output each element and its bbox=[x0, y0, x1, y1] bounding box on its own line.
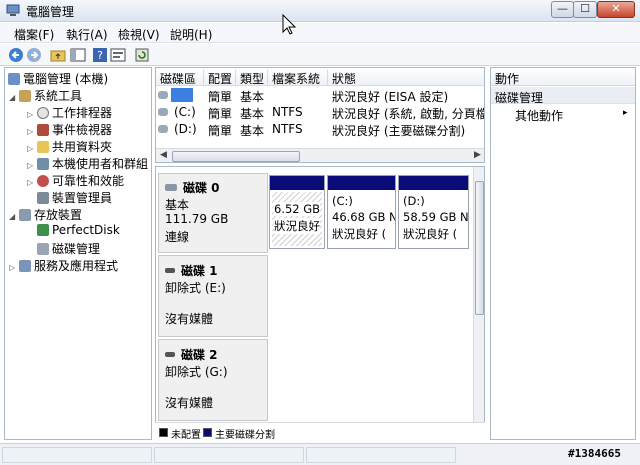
more-actions-item[interactable]: 其他動作 bbox=[515, 107, 563, 124]
legend-swatch-primary bbox=[203, 428, 212, 437]
expand-icon[interactable]: ▷ bbox=[27, 161, 37, 170]
tree-disk-management[interactable]: 磁碟管理 bbox=[37, 240, 100, 256]
computer-icon bbox=[8, 73, 20, 85]
tree-root[interactable]: 電腦管理 (本機) bbox=[8, 70, 108, 86]
volume-list-header: 磁碟區 配置 類型 檔案系統 狀態 bbox=[156, 68, 484, 86]
performance-icon bbox=[37, 175, 49, 187]
status-bar bbox=[0, 443, 640, 465]
perfectdisk-icon bbox=[37, 224, 49, 236]
storage-icon bbox=[19, 209, 31, 221]
volume-icon bbox=[158, 91, 168, 99]
column-layout[interactable]: 配置 bbox=[204, 70, 236, 86]
removable-disk-icon bbox=[165, 268, 175, 273]
computer-management-icon bbox=[6, 4, 20, 16]
properties-icon[interactable] bbox=[110, 47, 126, 63]
tree-shared-folders[interactable]: ▷ 共用資料夾 bbox=[27, 138, 112, 154]
tree-perfectdisk[interactable]: PerfectDisk bbox=[37, 223, 120, 239]
disk-1-label[interactable]: 磁碟 1 卸除式 (E:) 沒有媒體 bbox=[158, 255, 268, 337]
disk-0-label[interactable]: 磁碟 0 基本 111.79 GB 連線 bbox=[158, 173, 268, 253]
tree-task-scheduler[interactable]: ▷ 工作排程器 bbox=[27, 104, 112, 120]
menu-bar: 檔案(F) 執行(A) 檢視(V) 說明(H) bbox=[0, 23, 640, 43]
toolbar: ? bbox=[0, 44, 640, 66]
column-type[interactable]: 類型 bbox=[236, 70, 268, 86]
clock-icon bbox=[37, 107, 49, 119]
vertical-scrollbar[interactable] bbox=[473, 167, 484, 425]
scroll-right-icon[interactable]: ▶ bbox=[474, 150, 481, 160]
collapse-icon[interactable]: ◢ bbox=[9, 93, 19, 102]
svg-text:?: ? bbox=[97, 49, 103, 62]
title-bar: 電腦管理 — ☐ ✕ bbox=[0, 0, 640, 22]
column-status[interactable]: 狀態 bbox=[328, 70, 484, 86]
scroll-left-icon[interactable]: ◀ bbox=[160, 150, 167, 160]
volume-icon bbox=[158, 125, 168, 133]
mouse-cursor-icon bbox=[282, 14, 296, 35]
disk-map: 磁碟 0 基本 111.79 GB 連線 6.52 GB 狀況良好 (C:) 4… bbox=[155, 166, 485, 440]
actions-pane: 動作 磁碟管理 其他動作 ▸ bbox=[490, 67, 636, 440]
volume-selected-cell bbox=[171, 88, 193, 102]
up-folder-icon[interactable] bbox=[50, 47, 66, 63]
menu-help[interactable]: 說明(H) bbox=[170, 26, 212, 43]
disk-icon bbox=[165, 184, 177, 191]
refresh-icon[interactable] bbox=[134, 47, 150, 63]
expand-icon[interactable]: ▷ bbox=[27, 127, 37, 136]
legend-swatch-unallocated bbox=[159, 428, 168, 437]
legend: 未配置 主要磁碟分割 bbox=[155, 422, 485, 441]
window-title: 電腦管理 bbox=[26, 5, 75, 19]
tree-device-manager[interactable]: 裝置管理員 bbox=[37, 189, 112, 205]
volume-icon bbox=[158, 108, 168, 116]
tree-reliability[interactable]: ▷ 可靠性和效能 bbox=[27, 172, 124, 188]
forward-arrow-icon[interactable] bbox=[26, 47, 42, 63]
partition-unallocated[interactable]: 6.52 GB 狀況良好 bbox=[269, 175, 325, 249]
navigation-tree: 電腦管理 (本機) ◢ 系統工具 ▷ 工作排程器 ▷ 事件檢視器 ▷ 共用資料夾 ▷ 本機… bbox=[4, 67, 152, 440]
table-row[interactable]: (D:) 簡單 基本 NTFS 狀況良好 (主要磁碟分割) bbox=[156, 121, 484, 138]
volume-list: 磁碟區 配置 類型 檔案系統 狀態 簡單 基本 狀況良好 (EISA 設定) (… bbox=[155, 67, 485, 163]
column-volume[interactable]: 磁碟區 bbox=[156, 70, 204, 86]
table-row[interactable]: (C:) 簡單 基本 NTFS 狀況良好 (系統, 啟動, 分頁檔 bbox=[156, 104, 484, 121]
actions-header: 動作 bbox=[491, 68, 635, 86]
tree-local-users[interactable]: ▷ 本機使用者和群組 bbox=[27, 155, 148, 171]
tree-storage[interactable]: ◢ 存放裝置 bbox=[9, 206, 82, 222]
show-hide-tree-icon[interactable] bbox=[70, 47, 86, 63]
expand-icon[interactable]: ▷ bbox=[27, 144, 37, 153]
disk-management-icon bbox=[37, 243, 49, 255]
minimize-button[interactable]: — bbox=[551, 1, 574, 18]
device-manager-icon bbox=[37, 192, 49, 204]
partition-c[interactable]: (C:) 46.68 GB N 狀況良好 ( bbox=[327, 175, 396, 249]
actions-section-disk-management[interactable]: 磁碟管理 bbox=[491, 87, 635, 105]
event-viewer-icon bbox=[37, 124, 49, 136]
users-icon bbox=[37, 158, 49, 170]
collapse-icon[interactable]: ◢ bbox=[9, 212, 19, 221]
menu-file[interactable]: 檔案(F) bbox=[14, 26, 54, 43]
help-icon[interactable]: ? bbox=[92, 47, 108, 63]
scrollbar-thumb[interactable] bbox=[475, 181, 484, 315]
back-arrow-icon[interactable] bbox=[8, 47, 24, 63]
tree-services[interactable]: ▷ 服務及應用程式 bbox=[9, 257, 118, 273]
tree-system-tools[interactable]: ◢ 系統工具 bbox=[9, 87, 82, 103]
close-button[interactable]: ✕ bbox=[597, 1, 635, 18]
chevron-right-icon: ▸ bbox=[623, 108, 628, 118]
menu-action[interactable]: 執行(A) bbox=[66, 26, 108, 43]
shared-folder-icon bbox=[37, 141, 49, 153]
column-filesystem[interactable]: 檔案系統 bbox=[268, 70, 328, 86]
tools-icon bbox=[19, 90, 31, 102]
expand-icon[interactable]: ▷ bbox=[27, 110, 37, 119]
partition-d[interactable]: (D:) 58.59 GB N 狀況良好 ( bbox=[398, 175, 469, 249]
horizontal-scrollbar[interactable]: ◀ ▶ bbox=[156, 148, 484, 162]
maximize-button[interactable]: ☐ bbox=[573, 1, 597, 18]
scrollbar-thumb[interactable] bbox=[172, 151, 300, 162]
removable-disk-icon bbox=[165, 352, 175, 357]
menu-view[interactable]: 檢視(V) bbox=[118, 26, 160, 43]
services-icon bbox=[19, 260, 31, 272]
disk-2-label[interactable]: 磁碟 2 卸除式 (G:) 沒有媒體 bbox=[158, 339, 268, 421]
watermark: #1384665 bbox=[568, 447, 621, 460]
expand-icon[interactable]: ▷ bbox=[9, 263, 19, 272]
tree-event-viewer[interactable]: ▷ 事件檢視器 bbox=[27, 121, 112, 137]
table-row[interactable]: 簡單 基本 狀況良好 (EISA 設定) bbox=[156, 87, 484, 104]
expand-icon[interactable]: ▷ bbox=[27, 178, 37, 187]
